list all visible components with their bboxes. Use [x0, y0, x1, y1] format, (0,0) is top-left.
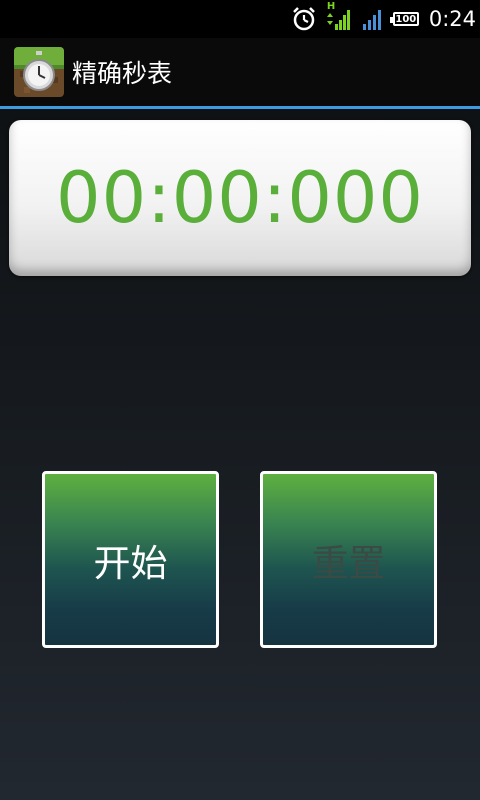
action-bar-divider: [0, 106, 480, 109]
start-button-label: 开始: [93, 541, 168, 585]
status-bar: H 100 0:24: [0, 0, 480, 38]
cellular-signal-icon: [361, 7, 385, 31]
alarm-icon: [291, 6, 317, 32]
stopwatch-screen: H 100 0:24 精确秒表 00:00:000 开始 重置: [0, 0, 480, 800]
status-time: 0:24: [428, 7, 476, 31]
app-title: 精确秒表: [72, 59, 173, 88]
mobile-data-signal-icon: H: [325, 1, 353, 31]
battery-level: 100: [395, 13, 417, 25]
action-bar: 精确秒表: [0, 38, 480, 106]
start-button[interactable]: 开始: [42, 471, 219, 648]
timer-readout: 00:00:000: [56, 157, 424, 239]
timer-display-panel: 00:00:000: [9, 120, 471, 276]
reset-button-label: 重置: [311, 541, 386, 585]
reset-button[interactable]: 重置: [260, 471, 437, 648]
stopwatch-app-icon: [14, 47, 64, 97]
battery-icon: 100: [389, 12, 419, 26]
network-type-label: H: [326, 1, 336, 12]
